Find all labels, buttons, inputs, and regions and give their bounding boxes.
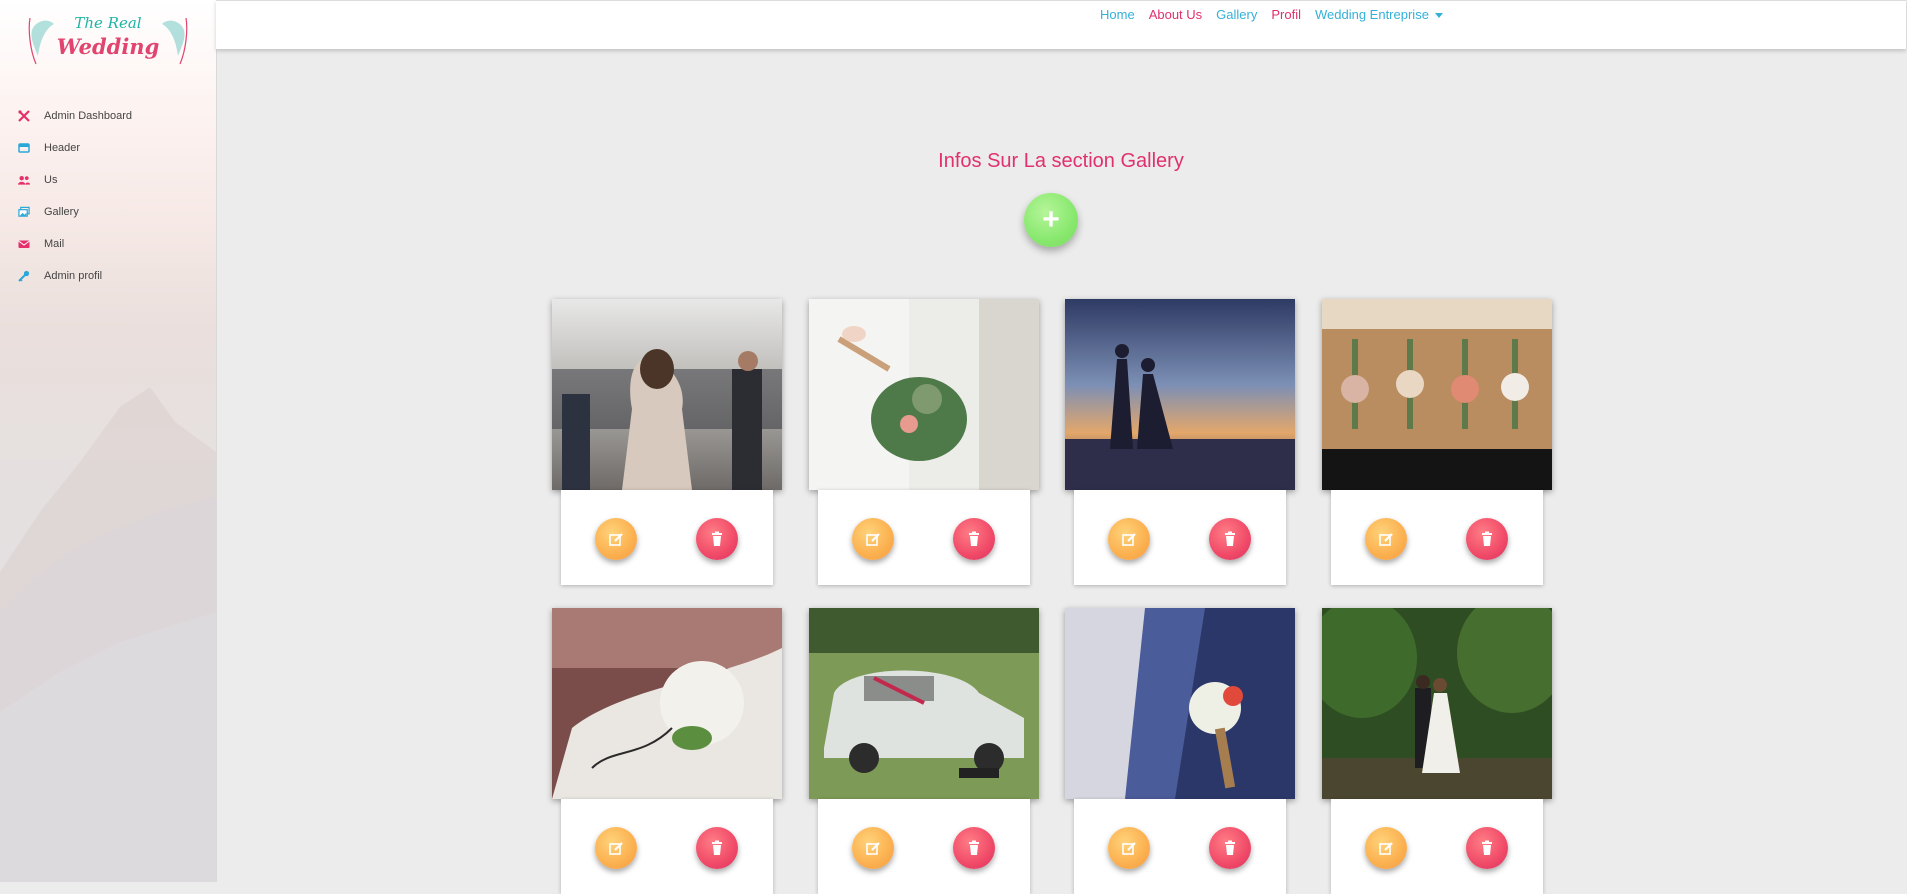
- caret-down-icon: [1434, 13, 1443, 19]
- tools-icon: [18, 110, 30, 122]
- delete-button[interactable]: [953, 518, 995, 560]
- sidebar-item-header[interactable]: Header: [0, 132, 216, 164]
- card-actions: [1331, 799, 1543, 894]
- card-actions: [1074, 490, 1286, 585]
- delete-button[interactable]: [1466, 518, 1508, 560]
- top-nav-links: Home About Us Gallery Profil Wedding Ent…: [1100, 7, 1443, 22]
- users-icon: [18, 174, 30, 186]
- nav-link-gallery[interactable]: Gallery: [1216, 7, 1257, 22]
- sidebar-item-admin-profil[interactable]: Admin profil: [0, 260, 216, 292]
- sidebar-nav: Admin Dashboard Header Us Gallery Mail A…: [0, 100, 216, 292]
- trash-icon: [712, 531, 722, 546]
- sidebar-item-label: Gallery: [44, 206, 79, 218]
- page-title: Infos Sur La section Gallery: [938, 150, 1184, 172]
- couple-silhouette-photo: [1065, 299, 1295, 490]
- logo[interactable]: The Real Wedding: [24, 10, 192, 72]
- top-navbar: Home About Us Gallery Profil Wedding Ent…: [216, 0, 1906, 49]
- edit-icon: [866, 842, 880, 855]
- sidebar-item-label: Us: [44, 174, 58, 186]
- groom-boutonniere-photo: [1065, 608, 1295, 799]
- card-actions: [1331, 490, 1543, 585]
- edit-icon: [1379, 842, 1393, 855]
- delete-button[interactable]: [1466, 827, 1508, 869]
- nav-link-profil[interactable]: Profil: [1271, 7, 1301, 22]
- sidebar: The Real Wedding Admin Dashboard Header …: [0, 0, 217, 882]
- trash-icon: [1482, 531, 1492, 546]
- mountain-background: [0, 387, 216, 882]
- trash-icon: [1482, 840, 1492, 855]
- edit-icon: [1122, 533, 1136, 546]
- sidebar-item-label: Admin Dashboard: [44, 110, 133, 122]
- edit-icon: [609, 533, 623, 546]
- delete-button[interactable]: [1209, 827, 1251, 869]
- sidebar-item-label: Admin profil: [44, 270, 103, 282]
- sidebar-item-admin-dashboard[interactable]: Admin Dashboard: [0, 100, 216, 132]
- edit-button[interactable]: [1108, 518, 1150, 560]
- sidebar-item-label: Header: [44, 142, 81, 154]
- sidebar-item-us[interactable]: Us: [0, 164, 216, 196]
- nav-dropdown-wedding-entreprise[interactable]: Wedding Entreprise: [1315, 7, 1443, 22]
- card-actions: [561, 490, 773, 585]
- edit-button[interactable]: [595, 518, 637, 560]
- trash-icon: [712, 840, 722, 855]
- white-roses-bouquet-photo: [552, 608, 782, 799]
- sidebar-item-mail[interactable]: Mail: [0, 228, 216, 260]
- plus-icon: +: [1042, 203, 1060, 236]
- edit-icon: [609, 842, 623, 855]
- trash-icon: [1225, 531, 1235, 546]
- wedding-party-photo: [552, 299, 782, 490]
- delete-button[interactable]: [953, 827, 995, 869]
- edit-button[interactable]: [852, 827, 894, 869]
- logo-line2: Wedding: [56, 34, 160, 59]
- window-icon: [18, 142, 30, 154]
- edit-button[interactable]: [1365, 518, 1407, 560]
- trash-icon: [969, 531, 979, 546]
- couple-in-forest-photo: [1322, 608, 1552, 799]
- card-actions: [818, 799, 1030, 894]
- wedding-car-photo: [809, 608, 1039, 799]
- edit-button[interactable]: [852, 518, 894, 560]
- envelope-icon: [18, 238, 30, 250]
- dropdown-label: Wedding Entreprise: [1314, 7, 1429, 22]
- delete-button[interactable]: [696, 827, 738, 869]
- sidebar-item-label: Mail: [44, 238, 65, 250]
- delete-button[interactable]: [1209, 518, 1251, 560]
- edit-icon: [866, 533, 880, 546]
- delete-button[interactable]: [696, 518, 738, 560]
- card-actions: [561, 799, 773, 894]
- bridal-bouquet-photo: [809, 299, 1039, 490]
- card-actions: [1074, 799, 1286, 894]
- edit-icon: [1122, 842, 1136, 855]
- trash-icon: [969, 840, 979, 855]
- nav-link-about-us[interactable]: About Us: [1149, 7, 1202, 22]
- card-actions: [818, 490, 1030, 585]
- nav-link-home[interactable]: Home: [1100, 7, 1135, 22]
- edit-button[interactable]: [1108, 827, 1150, 869]
- boutonnieres-photo: [1322, 299, 1552, 490]
- add-image-button[interactable]: +: [1024, 193, 1078, 247]
- trash-icon: [1225, 840, 1235, 855]
- sidebar-item-gallery[interactable]: Gallery: [0, 196, 216, 228]
- edit-icon: [1379, 533, 1393, 546]
- edit-button[interactable]: [595, 827, 637, 869]
- edit-button[interactable]: [1365, 827, 1407, 869]
- images-icon: [18, 206, 30, 218]
- key-icon: [18, 270, 30, 282]
- logo-line1: The Real: [74, 14, 142, 32]
